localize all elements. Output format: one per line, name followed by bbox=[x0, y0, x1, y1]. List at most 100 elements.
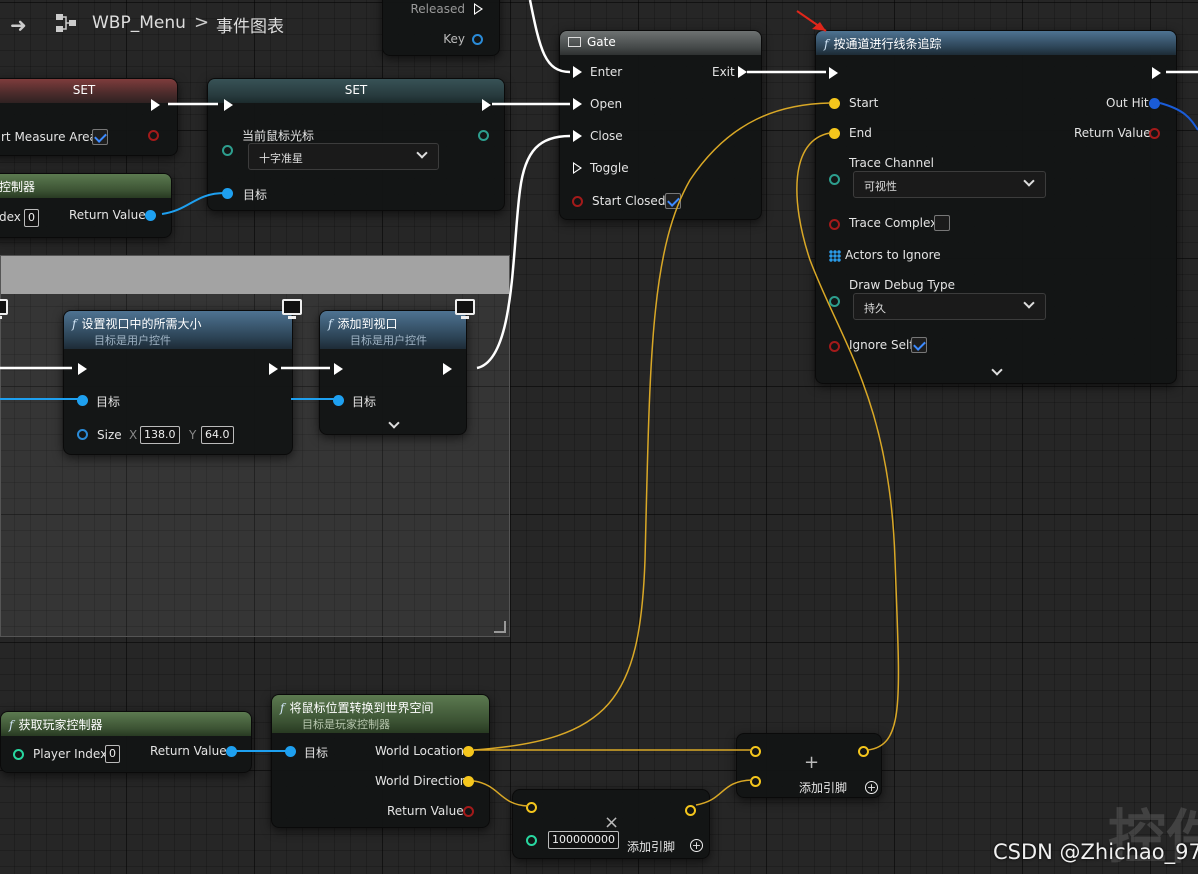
dropdown-value: 十字准星 bbox=[259, 152, 303, 165]
exec-out-pin[interactable] bbox=[443, 363, 452, 375]
deproject-mouse-node[interactable]: f 将鼠标位置转换到世界空间 目标是玩家控制器 目标 World Location … bbox=[271, 694, 490, 828]
start-closed-checkbox[interactable] bbox=[665, 193, 681, 209]
a-pin[interactable] bbox=[526, 802, 537, 813]
cursor-out-pin[interactable] bbox=[478, 130, 489, 141]
exec-in-pin[interactable] bbox=[224, 99, 233, 111]
add-symbol: + bbox=[804, 752, 820, 773]
var-label: 当前鼠标光标 bbox=[242, 129, 315, 143]
resize-grip-icon[interactable] bbox=[494, 621, 506, 633]
ignore-self-label: Ignore Self bbox=[849, 338, 914, 352]
toggle-pin[interactable] bbox=[573, 162, 582, 174]
exit-pin[interactable] bbox=[738, 66, 747, 78]
exec-out-pin[interactable] bbox=[269, 363, 278, 375]
target-pin[interactable] bbox=[222, 188, 233, 199]
function-icon: f bbox=[824, 37, 829, 51]
multiply-node[interactable]: × 100000000 添加引脚 + bbox=[512, 789, 710, 859]
player-index-pin[interactable] bbox=[13, 749, 24, 760]
measure-area-checkbox[interactable] bbox=[92, 129, 108, 145]
bool-out-pin[interactable] bbox=[148, 130, 159, 141]
close-pin[interactable] bbox=[573, 130, 582, 142]
return-pin[interactable] bbox=[145, 210, 156, 221]
end-pin[interactable] bbox=[829, 128, 840, 139]
size-x-field[interactable]: 138.0 bbox=[140, 426, 180, 444]
result-pin[interactable] bbox=[685, 805, 696, 816]
enter-pin[interactable] bbox=[573, 66, 582, 78]
start-pin[interactable] bbox=[829, 98, 840, 109]
comment-title-bar[interactable] bbox=[1, 256, 509, 294]
csdn-watermark: CSDN @Zhichao_97 bbox=[993, 840, 1198, 864]
set-cursor-node[interactable]: SET 当前鼠标光标 十字准星 目标 bbox=[207, 78, 505, 211]
draw-debug-dropdown[interactable]: 持久 bbox=[853, 293, 1046, 320]
get-player-controller-node[interactable]: f 获取玩家控制器 Player Index 0 Return Value bbox=[0, 711, 252, 773]
index-field[interactable]: 0 bbox=[24, 209, 39, 227]
trace-complex-pin[interactable] bbox=[829, 219, 840, 230]
multiplier-field[interactable]: 100000000 bbox=[548, 831, 619, 849]
a-pin[interactable] bbox=[750, 746, 761, 757]
x-label: X bbox=[129, 428, 138, 442]
function-icon: f bbox=[9, 718, 14, 732]
forward-arrow-icon[interactable]: ➜ bbox=[10, 13, 27, 37]
float-pin[interactable] bbox=[526, 835, 537, 846]
add-vector-node[interactable]: + 添加引脚 + bbox=[736, 733, 882, 798]
b-pin[interactable] bbox=[750, 776, 761, 787]
array-pin-icon[interactable] bbox=[829, 250, 841, 262]
gate-node[interactable]: Gate Enter Exit Open Close Toggle Start … bbox=[559, 30, 762, 220]
start-closed-pin[interactable] bbox=[572, 196, 583, 207]
target-label: 目标 bbox=[243, 188, 268, 202]
get-controller-top-node[interactable]: 控制器 dex 0 Return Value bbox=[0, 173, 172, 238]
node-header: SET bbox=[208, 79, 504, 103]
exec-out-pin[interactable] bbox=[151, 99, 160, 111]
player-index-field[interactable]: 0 bbox=[105, 745, 120, 763]
size-pin[interactable] bbox=[77, 429, 88, 440]
exec-in-pin[interactable] bbox=[829, 67, 838, 79]
breadcrumb-blueprint[interactable]: WBP_Menu bbox=[92, 13, 186, 33]
monitor-icon bbox=[282, 299, 302, 319]
actors-ignore-label: Actors to Ignore bbox=[845, 248, 941, 262]
draw-debug-pin[interactable] bbox=[829, 296, 840, 307]
open-pin[interactable] bbox=[573, 98, 582, 110]
ignore-self-pin[interactable] bbox=[829, 341, 840, 352]
return-pin[interactable] bbox=[226, 746, 237, 757]
add-to-viewport-node[interactable]: f 添加到视口 目标是用户控件 目标 bbox=[319, 310, 467, 435]
target-pin[interactable] bbox=[333, 395, 344, 406]
out-hit-pin[interactable] bbox=[1149, 98, 1160, 109]
world-location-pin[interactable] bbox=[463, 746, 474, 757]
world-direction-pin[interactable] bbox=[463, 776, 474, 787]
add-pin-label: 添加引脚 bbox=[799, 781, 848, 795]
expand-chevron-icon[interactable] bbox=[991, 364, 1003, 376]
add-pin-icon[interactable]: + bbox=[865, 781, 878, 794]
return-pin[interactable] bbox=[1149, 128, 1160, 139]
y-label: Y bbox=[189, 428, 197, 442]
node-subtitle: 目标是玩家控制器 bbox=[302, 718, 390, 731]
chevron-down-icon bbox=[1023, 175, 1035, 187]
trace-complex-checkbox[interactable] bbox=[934, 215, 950, 231]
trace-channel-pin[interactable] bbox=[829, 174, 840, 185]
node-header: f 获取玩家控制器 bbox=[1, 712, 251, 736]
add-pin-icon[interactable]: + bbox=[690, 839, 703, 852]
ignore-self-checkbox[interactable] bbox=[911, 337, 927, 353]
return-pin[interactable] bbox=[463, 806, 474, 817]
size-y-field[interactable]: 64.0 bbox=[201, 426, 234, 444]
result-pin[interactable] bbox=[858, 746, 869, 757]
target-pin[interactable] bbox=[77, 395, 88, 406]
expand-chevron-icon[interactable] bbox=[388, 417, 400, 429]
set-desired-size-node[interactable]: f 设置视口中的所需大小 目标是用户控件 目标 Size X 138.0 Y 64.… bbox=[63, 310, 293, 455]
node-title: 将鼠标位置转换到世界空间 bbox=[289, 701, 434, 715]
line-trace-node[interactable]: f 按通道进行线条追踪 Start Out Hit End Return Valu… bbox=[815, 30, 1177, 384]
exec-out-pin[interactable] bbox=[482, 99, 491, 111]
exec-out-pin[interactable] bbox=[1152, 67, 1161, 79]
cursor-dropdown[interactable]: 十字准星 bbox=[248, 143, 439, 170]
exec-in-pin[interactable] bbox=[334, 363, 343, 375]
node-title: 按通道进行线条追踪 bbox=[833, 37, 942, 51]
breadcrumb-graph[interactable]: 事件图表 bbox=[216, 12, 284, 37]
trace-channel-dropdown[interactable]: 可视性 bbox=[853, 171, 1046, 198]
exec-in-pin[interactable] bbox=[78, 363, 87, 375]
cursor-in-pin[interactable] bbox=[222, 145, 233, 156]
dropdown-value: 可视性 bbox=[864, 180, 897, 193]
chevron-down-icon bbox=[416, 147, 428, 159]
set-measure-area-node[interactable]: SET rt Measure Area bbox=[0, 78, 178, 156]
node-title: 控制器 bbox=[0, 180, 36, 194]
node-title: 获取玩家控制器 bbox=[18, 718, 103, 732]
close-label: Close bbox=[590, 129, 623, 143]
target-pin[interactable] bbox=[285, 746, 296, 757]
